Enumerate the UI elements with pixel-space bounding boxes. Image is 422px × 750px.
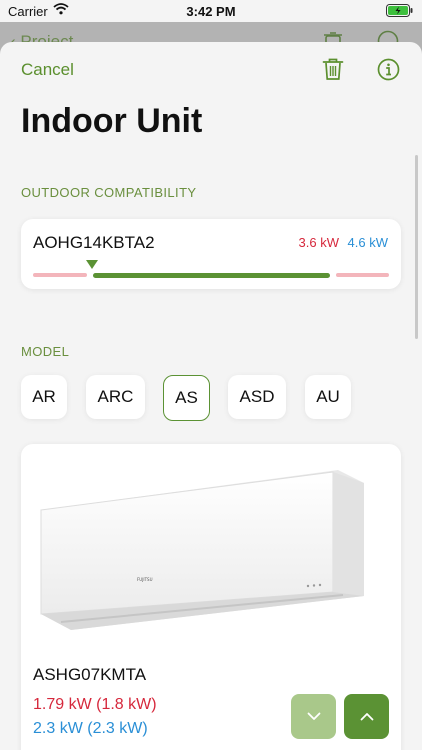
info-icon[interactable] (377, 58, 400, 86)
scroll-up-button[interactable] (344, 694, 389, 739)
clock: 3:42 PM (186, 4, 236, 19)
brand-logo: FUJITSU (137, 577, 153, 582)
indoor-unit-image: FUJITSU (40, 470, 364, 630)
compatible-range-track (93, 273, 330, 278)
outdoor-model-name: AOHG14KBTA2 (33, 233, 155, 252)
outdoor-compatibility-card[interactable]: AOHG14KBTA2 3.6 kW 4.6 kW (21, 219, 401, 289)
scroll-indicator[interactable] (415, 155, 418, 339)
chevron-down-icon (307, 708, 321, 726)
range-below-track (33, 273, 87, 277)
model-chip-asd[interactable]: ASD (228, 375, 286, 419)
range-above-track (336, 273, 389, 277)
model-label: MODEL (21, 344, 70, 359)
current-capacity-marker (86, 260, 98, 269)
status-bar: Carrier 3:42 PM (0, 0, 422, 22)
model-chip-ar[interactable]: AR (21, 375, 67, 419)
battery-icon (386, 4, 414, 20)
cooling-capacity: 1.79 kW (1.8 kW) (33, 696, 157, 713)
heating-capacity: 2.3 kW (2.3 kW) (33, 720, 148, 737)
model-chip-au[interactable]: AU (305, 375, 351, 419)
model-chip-arc[interactable]: ARC (86, 375, 145, 419)
max-capacity: 4.6 kW (347, 235, 388, 250)
min-capacity: 3.6 kW (298, 235, 339, 250)
model-chip-as[interactable]: AS (163, 375, 210, 421)
trash-icon[interactable] (322, 57, 344, 86)
chevron-up-icon (360, 708, 374, 726)
scroll-down-button[interactable] (291, 694, 336, 739)
page-title: Indoor Unit (21, 102, 203, 140)
indoor-unit-name: ASHG07KMTA (33, 665, 147, 684)
indoor-unit-sheet: Cancel Indoor Unit OUTDOOR COMPATIBILITY… (0, 42, 422, 750)
outdoor-compatibility-label: OUTDOOR COMPATIBILITY (21, 185, 197, 200)
cancel-button[interactable]: Cancel (21, 60, 74, 80)
